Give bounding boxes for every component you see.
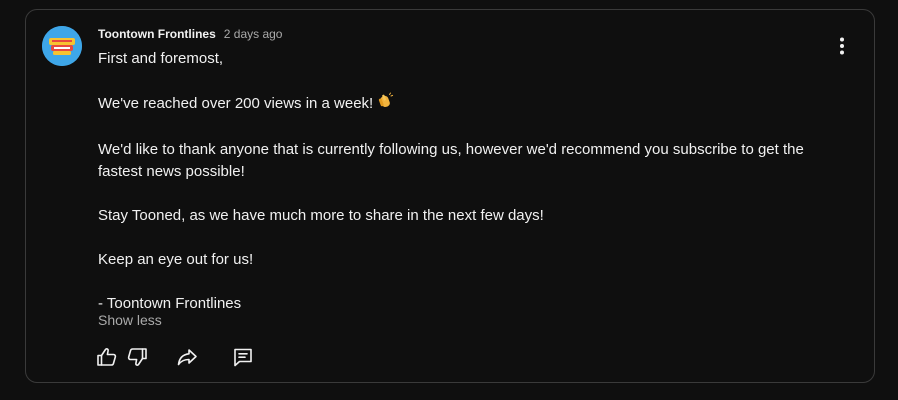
community-post-card: Toontown Frontlines 2 days ago First and… bbox=[25, 9, 875, 383]
post-paragraph: We'd like to thank anyone that is curren… bbox=[98, 141, 804, 180]
show-less-button[interactable]: Show less bbox=[98, 312, 162, 328]
post-paragraph: - Toontown Frontlines bbox=[98, 295, 242, 312]
post-actions-toolbar bbox=[92, 343, 258, 371]
thumbs-up-icon bbox=[97, 348, 117, 366]
post-paragraph-text: We've reached over 200 views in a week! bbox=[98, 95, 374, 112]
comment-icon bbox=[234, 348, 252, 367]
dislike-button[interactable] bbox=[122, 343, 152, 371]
like-button[interactable] bbox=[92, 343, 122, 371]
post-paragraph: Keep an eye out for us! bbox=[98, 251, 254, 268]
more-actions-button[interactable] bbox=[830, 34, 854, 58]
share-button[interactable] bbox=[172, 343, 202, 371]
post-timestamp[interactable]: 2 days ago bbox=[224, 27, 283, 41]
post-text: First and foremost, We've reached over 2… bbox=[98, 48, 818, 315]
channel-avatar[interactable] bbox=[42, 26, 82, 66]
post-paragraph: First and foremost, bbox=[98, 50, 224, 67]
post-header: Toontown Frontlines 2 days ago bbox=[98, 27, 282, 43]
clapping-hands-icon bbox=[376, 92, 394, 117]
channel-logo-icon bbox=[42, 26, 82, 66]
post-paragraph: Stay Tooned, as we have much more to sha… bbox=[98, 207, 544, 224]
thumbs-down-icon bbox=[127, 348, 147, 366]
vertical-dots-icon bbox=[840, 37, 844, 55]
share-icon bbox=[177, 349, 197, 366]
author-name[interactable]: Toontown Frontlines bbox=[98, 27, 216, 41]
comment-button[interactable] bbox=[228, 343, 258, 371]
post-paragraph: We've reached over 200 views in a week! bbox=[98, 92, 818, 117]
